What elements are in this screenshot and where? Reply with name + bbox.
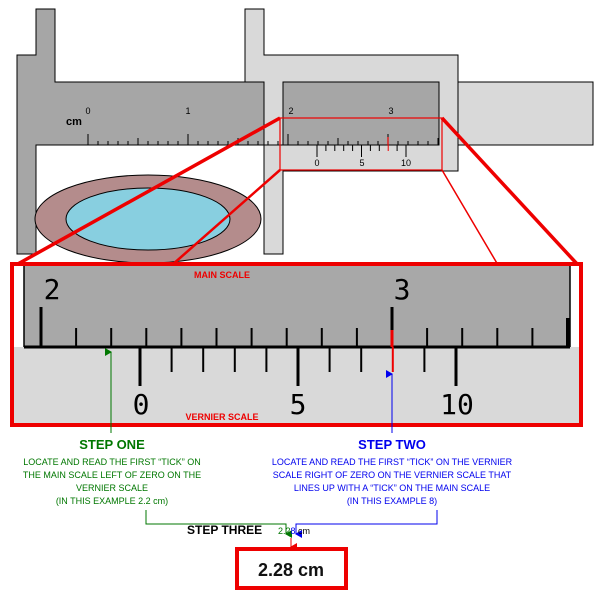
result-value: 2.28 cm (258, 560, 324, 580)
big-vernier-label-10: 10 (440, 388, 474, 421)
step-two: STEP TWO LOCATE AND READ THE FIRST “TICK… (272, 437, 513, 506)
big-vernier-label-0: 0 (133, 388, 150, 421)
step-one-title: STEP ONE (79, 437, 145, 452)
main-label-1: 1 (185, 106, 190, 116)
sum-main-part: 2.2 (278, 526, 291, 536)
step-one-line: LOCATE AND READ THE FIRST “TICK” ON (23, 457, 201, 467)
big-main-label-3: 3 (394, 273, 411, 306)
big-main-label-2: 2 (44, 273, 61, 306)
diagram-canvas: cm 0 1 2 3 0 5 10 MAIN SCALE VERNIER SCA… (10, 8, 594, 590)
step-one-line: THE MAIN SCALE LEFT OF ZERO ON THE (23, 470, 201, 480)
big-vernier-label-5: 5 (290, 388, 307, 421)
ring-hole (65, 187, 231, 251)
step-two-title: STEP TWO (358, 437, 426, 452)
step-three-sum: 2.28 cm (278, 526, 310, 536)
main-label-3: 3 (388, 106, 393, 116)
vernier-label-5: 5 (359, 158, 364, 168)
step-two-line: LINES UP WITH A “TICK” ON THE MAIN SCALE (294, 483, 490, 493)
main-label-0: 0 (85, 106, 90, 116)
step-three-title: STEP THREE (187, 523, 262, 537)
step-one-line: VERNIER SCALE (76, 483, 148, 493)
step-two-line: SCALE RIGHT OF ZERO ON THE VERNIER SCALE… (273, 470, 512, 480)
step-two-connector (295, 510, 438, 538)
main-label-2: 2 (288, 106, 293, 116)
step-one: STEP ONE LOCATE AND READ THE FIRST “TICK… (23, 437, 201, 506)
step-one-line: (IN THIS EXAMPLE 2.2 cm) (56, 496, 168, 506)
vernier-scale-title: VERNIER SCALE (185, 412, 258, 422)
caliper-illustration: cm 0 1 2 3 0 5 10 (16, 8, 594, 264)
vernier-label-10: 10 (401, 158, 411, 168)
beam-extension (457, 81, 594, 146)
magnified-scale-view: MAIN SCALE VERNIER SCALE 2 3 0 5 10 (10, 262, 583, 427)
step-two-line: LOCATE AND READ THE FIRST “TICK” ON THE … (272, 457, 513, 467)
step-three: STEP THREE 2.28 cm (187, 523, 310, 537)
vernier-label-0: 0 (314, 158, 319, 168)
slider-window (282, 81, 440, 146)
main-scale-title: MAIN SCALE (194, 270, 250, 280)
main-scale-strip (24, 266, 570, 347)
unit-label: cm (66, 116, 82, 128)
sum-unit: cm (296, 526, 311, 536)
step-two-line: (IN THIS EXAMPLE 8) (347, 496, 437, 506)
vernier-caliper-diagram: cm 0 1 2 3 0 5 10 MAIN SCALE VERNIER SCA… (0, 0, 594, 598)
